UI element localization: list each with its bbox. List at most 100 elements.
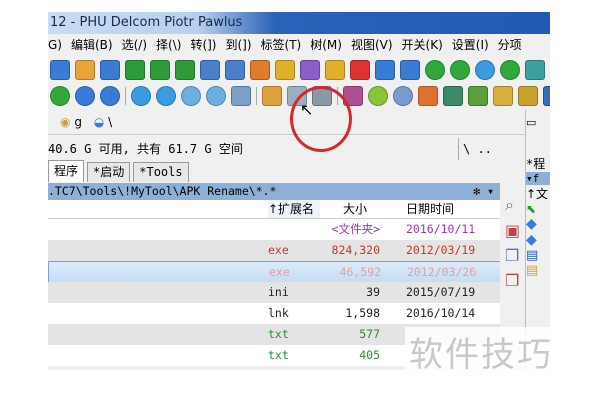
col-ext[interactable]: ↑扩展名 bbox=[268, 200, 321, 218]
toolbar-button-icon[interactable] bbox=[262, 85, 282, 106]
toolbar-button-icon[interactable] bbox=[525, 59, 545, 80]
file-row[interactable]: exe 824,320 2012/03/19 bbox=[48, 240, 500, 261]
file-date: 2016/10/14 bbox=[406, 306, 476, 320]
parent-dir-button[interactable]: \ .. bbox=[458, 138, 492, 160]
toolbar-button-icon[interactable] bbox=[125, 59, 145, 80]
toolbar-button-icon[interactable] bbox=[100, 85, 120, 106]
file-date: 2012/03/19 bbox=[406, 243, 476, 257]
menu-item[interactable]: 开关(K) bbox=[402, 38, 443, 52]
toolbar-button-icon[interactable] bbox=[181, 85, 201, 106]
toolbar-button-icon[interactable] bbox=[206, 85, 226, 106]
menu-bar: G) 编辑(B) 选(/) 择(\) 转(]) 到(]) 标签(T) 树(M) 视图(V) 开关(… bbox=[48, 34, 550, 56]
toolbar-button-icon[interactable] bbox=[325, 59, 345, 80]
move-icon[interactable]: ❐ bbox=[505, 271, 525, 290]
file-row[interactable]: <文件夹> 2016/10/11 bbox=[48, 219, 500, 240]
cursor-icon: ↖ bbox=[300, 100, 314, 119]
toolbar-button-icon[interactable] bbox=[131, 85, 151, 106]
toolbar-button-icon[interactable] bbox=[375, 59, 395, 80]
up-arrow-icon[interactable]: ⬉ bbox=[526, 202, 550, 216]
menu-item[interactable]: 到(]) bbox=[225, 38, 251, 52]
col-date[interactable]: 日期时间 bbox=[406, 200, 454, 218]
toolbar-button-icon[interactable] bbox=[100, 59, 120, 80]
toolbar-button-icon[interactable] bbox=[543, 85, 550, 106]
menu-item[interactable]: 树(M) bbox=[310, 38, 342, 52]
toolbar-button-icon[interactable] bbox=[75, 59, 95, 80]
file-row[interactable]: ini 39 2015/07/19 bbox=[48, 282, 500, 303]
menu-item[interactable]: 编辑(B) bbox=[71, 38, 113, 52]
toolbar-button-icon[interactable] bbox=[50, 85, 70, 106]
history-dropdown[interactable]: ✻ ▾ bbox=[473, 183, 494, 200]
drive-label[interactable]: g bbox=[74, 115, 82, 129]
pdf-icon[interactable]: ▤ bbox=[526, 263, 550, 278]
copy-icon[interactable]: ❐ bbox=[505, 246, 525, 265]
toolbar-button-icon[interactable] bbox=[493, 85, 513, 106]
menu-item[interactable]: 择(\) bbox=[156, 38, 181, 52]
file-size: 39 bbox=[366, 285, 380, 299]
toolbar-button-icon[interactable] bbox=[450, 59, 470, 80]
toolbar-button-icon[interactable] bbox=[500, 59, 520, 80]
menu-item[interactable]: 标签(T) bbox=[261, 38, 302, 52]
file-date: 2012/03/26 bbox=[407, 265, 477, 279]
menu-item[interactable]: 视图(V) bbox=[351, 38, 393, 52]
toolbar-button-icon[interactable] bbox=[225, 59, 245, 80]
file-ext: txt bbox=[268, 327, 289, 341]
tab-tools[interactable]: *Tools bbox=[133, 162, 189, 182]
file-row[interactable]: exe 46,592 2012/03/26 bbox=[48, 261, 502, 284]
toolbar-button-icon[interactable] bbox=[75, 85, 95, 106]
file-size: 824,320 bbox=[331, 243, 380, 257]
tab-programs[interactable]: 程序 bbox=[48, 160, 85, 182]
toolbar-button-icon[interactable] bbox=[156, 85, 176, 106]
tab-startup[interactable]: *启动 bbox=[87, 162, 131, 182]
toolbar-button-icon[interactable] bbox=[400, 59, 420, 80]
file-row[interactable]: lnk 1,598 2016/10/14 bbox=[48, 303, 500, 324]
toolbar-button-icon[interactable] bbox=[250, 59, 270, 80]
free-space-text: 40.6 G 可用, 共有 61.7 G 空间 bbox=[48, 142, 243, 156]
network-icon[interactable]: ◒ bbox=[94, 115, 104, 129]
toolbar-button-icon[interactable] bbox=[425, 59, 445, 80]
toolbar-button-icon[interactable] bbox=[468, 85, 488, 106]
file-icon[interactable]: ◆ bbox=[526, 232, 550, 248]
path-bar[interactable]: .TC7\Tools\!MyTool\APK Rename\*.* ✻ ▾ bbox=[48, 183, 500, 200]
file-ext: lnk bbox=[268, 306, 289, 320]
file-icon[interactable]: ◆ bbox=[526, 216, 550, 232]
menu-item[interactable]: G) bbox=[48, 38, 62, 52]
current-path: .TC7\Tools\!MyTool\APK Rename\*.* bbox=[48, 184, 277, 198]
file-ext: exe bbox=[269, 265, 290, 279]
file-date: 2016/10/11 bbox=[406, 222, 476, 236]
word-doc-icon[interactable]: ▤ bbox=[526, 248, 550, 263]
title-bar: 12 - PHU Delcom Piotr Pawlus bbox=[48, 12, 550, 34]
folder-tabs: 程序 *启动 *Tools bbox=[48, 160, 192, 182]
menu-item[interactable]: 转(]) bbox=[190, 38, 216, 52]
col-size[interactable]: 大小 bbox=[343, 200, 367, 218]
toolbar-button-icon[interactable] bbox=[50, 59, 70, 80]
right-tab[interactable]: *程 bbox=[526, 155, 550, 172]
menu-item[interactable]: 分项 bbox=[498, 38, 522, 52]
file-size: <文件夹> bbox=[331, 222, 380, 236]
drive-icon[interactable]: ◉ bbox=[60, 115, 70, 129]
toolbar-button-icon[interactable] bbox=[300, 59, 320, 80]
toolbar-button-icon[interactable] bbox=[175, 59, 195, 80]
watermark: 软件技巧 bbox=[405, 327, 557, 376]
toolbar-button-icon[interactable] bbox=[368, 85, 388, 106]
right-path[interactable]: ▾f bbox=[526, 172, 550, 185]
toolbar-button-icon[interactable] bbox=[231, 85, 251, 106]
toolbar-button-icon[interactable] bbox=[393, 85, 413, 106]
toolbar-button-icon[interactable] bbox=[200, 59, 220, 80]
menu-item[interactable]: 设置(I) bbox=[452, 38, 489, 52]
toolbar-button-icon[interactable] bbox=[443, 85, 463, 106]
file-size: 405 bbox=[359, 348, 380, 362]
search-icon[interactable]: ⌕ bbox=[505, 195, 525, 215]
toolbar-button-icon[interactable] bbox=[275, 59, 295, 80]
root-path[interactable]: \ bbox=[108, 115, 112, 129]
highlight-circle bbox=[290, 86, 352, 152]
toolbar-button-icon[interactable] bbox=[518, 85, 538, 106]
edit-file-icon[interactable]: ▣ bbox=[505, 221, 525, 240]
right-col-name[interactable]: ↑文 bbox=[526, 185, 550, 202]
toolbar-button-icon[interactable] bbox=[150, 59, 170, 80]
file-ext: txt bbox=[268, 348, 289, 362]
toolbar-button-icon[interactable] bbox=[475, 59, 495, 80]
menu-item[interactable]: 选(/) bbox=[122, 38, 147, 52]
toolbar-button-icon[interactable] bbox=[418, 85, 438, 106]
toolbar-button-icon[interactable] bbox=[350, 59, 370, 80]
drive-icon-right[interactable]: ▭ bbox=[526, 116, 550, 129]
